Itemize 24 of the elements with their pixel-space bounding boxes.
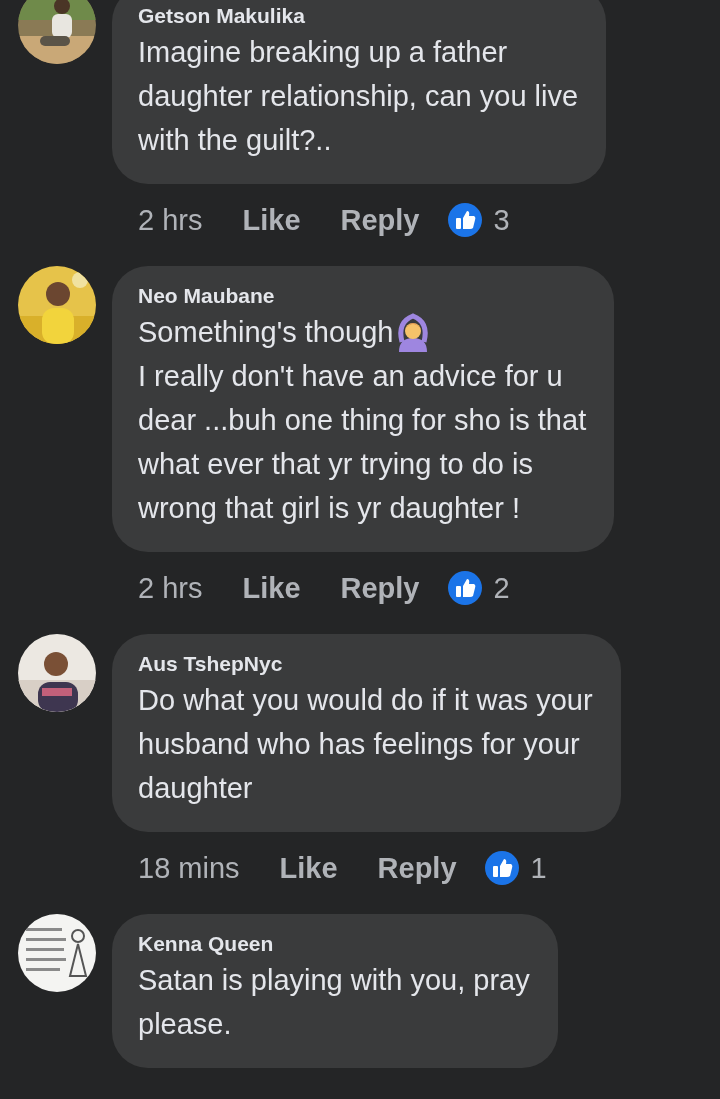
- like-link[interactable]: Like: [279, 851, 338, 885]
- timestamp: 2 hrs: [138, 203, 203, 237]
- author-name[interactable]: Getson Makulika: [138, 2, 579, 30]
- timestamp: 2 hrs: [138, 571, 203, 605]
- comment-text: Imagine breaking up a father daughter relationship, can you live with the guilt?..: [138, 35, 579, 158]
- reaction-count: 1: [530, 851, 547, 885]
- like-link[interactable]: Like: [242, 203, 301, 237]
- comment-text: Do what you would do if it was your husband who has feelings for your daughter: [138, 683, 593, 806]
- comment-text: Satan is playing with you, pray please.: [138, 963, 530, 1042]
- thumbs-up-icon: [447, 203, 482, 237]
- reply-link[interactable]: Reply: [340, 571, 420, 605]
- author-name[interactable]: Neo Maubane: [138, 282, 587, 310]
- reaction-count: 2: [493, 571, 510, 605]
- author-name[interactable]: Aus TshepNyc: [138, 650, 593, 678]
- timestamp: 18 mins: [138, 851, 240, 885]
- like-link[interactable]: Like: [242, 571, 301, 605]
- comment-text: I really don't have an advice for u dear ...buh one thing for sho is that what ever that yr trying to do is wrong that girl is yr daughter !: [138, 359, 587, 526]
- thumbs-up-icon: [447, 571, 482, 605]
- reaction-count: 3: [493, 203, 510, 237]
- reply-link[interactable]: Reply: [340, 203, 420, 237]
- reply-link[interactable]: Reply: [377, 851, 457, 885]
- comment-text: Something's though: [138, 315, 394, 350]
- thumbs-up-icon: [484, 851, 519, 885]
- author-name[interactable]: Kenna Queen: [138, 930, 530, 958]
